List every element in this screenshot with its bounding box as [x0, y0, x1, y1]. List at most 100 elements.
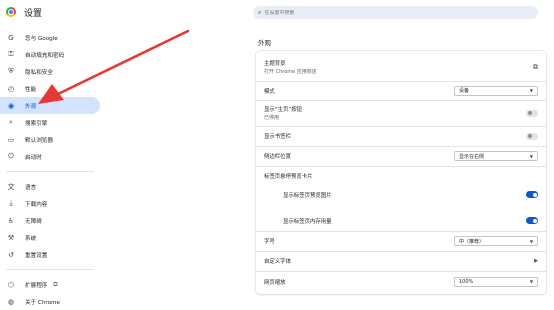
speedometer-icon: ◴ [7, 84, 15, 93]
chevron-down-icon: ▼ [529, 238, 533, 244]
side-panel-select-value: 显示在右侧 [459, 153, 485, 160]
sidebar-item-label: 隐私和安全 [25, 69, 53, 76]
brand: 设置 [6, 4, 42, 20]
reset-icon: ↺ [8, 250, 14, 259]
search-input[interactable] [264, 9, 515, 16]
sidebar-item-extensions[interactable]: ⬡ 扩展程序 ⧉ [0, 276, 100, 293]
sidebar-item-downloads[interactable]: ⤓ 下载内容 [0, 195, 100, 212]
sidebar-item-label: 关于 Chrome [25, 299, 60, 306]
sidebar-divider [6, 269, 94, 270]
sidebar-item-label: 下载内容 [25, 201, 48, 208]
tab-preview-image-label: 显示标签页预览图片 [283, 192, 332, 199]
external-link-icon: ⧉ [53, 280, 58, 288]
sidebar-item-performance[interactable]: ◴ 性能 [0, 80, 100, 97]
bookmarks-bar-toggle[interactable] [526, 132, 538, 140]
sidebar-item-reset[interactable]: ↺ 重置设置 [0, 246, 100, 263]
sidebar-item-privacy[interactable]: ⛨ 隐私和安全 [0, 63, 100, 80]
bookmarks-bar-label: 显示书签栏 [264, 134, 291, 140]
sidebar-item-label: 无障碍 [25, 218, 42, 225]
appearance-card: 主题背景 打开 Chrome 应用商店 ⧉ 模式 设备 ▼ 显示“主页”按钮 已… [256, 51, 546, 294]
sidebar-item-label: 自动填充和密码 [25, 52, 65, 59]
font-size-row: 字号 中（推荐） ▼ [256, 232, 546, 250]
sidebar: 设置 G 您与 Google ⚿ 自动填充和密码 ⛨ 隐私和安全 ◴ 性能 ◉ … [0, 0, 104, 310]
sidebar-item-default-browser[interactable]: ▭ 默认浏览器 [0, 131, 100, 148]
custom-fonts-label: 自定义字体 [264, 259, 291, 265]
tab-memory-toggle[interactable] [526, 217, 538, 224]
sidebar-item-appearance[interactable]: ◉ 外观 [0, 97, 100, 114]
page-zoom-select[interactable]: 100% ▼ [454, 276, 538, 287]
mode-select[interactable]: 设备 ▼ [454, 85, 538, 96]
section-title: 外观 [258, 39, 271, 47]
theme-label: 主题背景 [264, 61, 286, 67]
palette-icon: ◉ [7, 101, 15, 110]
sidebar-divider [6, 171, 94, 172]
theme-row[interactable]: 主题背景 打开 Chrome 应用商店 ⧉ [256, 55, 546, 79]
mode-label: 模式 [264, 88, 275, 95]
font-size-select[interactable]: 中（推荐） ▼ [454, 236, 538, 246]
sidebar-item-accessibility[interactable]: ♿ 无障碍 [0, 212, 100, 229]
sidebar-item-label: 性能 [25, 86, 37, 93]
mode-select-value: 设备 [459, 88, 470, 94]
tab-memory-label: 显示标签页内存用量 [283, 218, 332, 225]
tab-preview-image-toggle[interactable] [526, 191, 538, 198]
open-in-new-icon[interactable]: ⧉ [533, 63, 538, 72]
side-panel-label: 侧边栏位置 [264, 154, 291, 160]
power-icon: ⏻ [8, 152, 14, 160]
home-button-toggle[interactable] [526, 109, 538, 117]
google-icon: G [8, 33, 14, 42]
sidebar-item-search-engine[interactable]: ⌕ 搜索引擎 [0, 114, 100, 131]
sidebar-item-autofill[interactable]: ⚿ 自动填充和密码 [0, 46, 100, 63]
font-size-select-value: 中（推荐） [459, 238, 485, 245]
search-icon: ⌕ [258, 8, 262, 16]
theme-sub: 打开 Chrome 应用商店 [264, 69, 317, 75]
sidebar-item-about-chrome[interactable]: ◍ 关于 Chrome [0, 293, 100, 310]
chevron-down-icon: ▼ [529, 279, 533, 284]
chevron-right-icon: ▶ [534, 258, 538, 264]
chrome-icon: ◍ [7, 297, 15, 306]
accessibility-icon: ♿ [7, 216, 15, 225]
page-zoom-select-value: 100% [459, 278, 474, 285]
sidebar-item-label: 默认浏览器 [25, 137, 53, 144]
language-icon: 文 [7, 182, 15, 191]
chrome-logo-icon [6, 7, 16, 17]
download-icon: ⤓ [9, 199, 13, 207]
home-button-label: 显示“主页”按钮 [264, 107, 302, 113]
sidebar-item-system[interactable]: ⚒ 系统 [0, 229, 100, 246]
sidebar-nav: G 您与 Google ⚿ 自动填充和密码 ⛨ 隐私和安全 ◴ 性能 ◉ 外观 … [0, 29, 100, 310]
sidebar-item-label: 启动时 [25, 154, 42, 161]
page-title: 设置 [24, 8, 43, 19]
tab-hover-heading-row: 标签页悬停预览卡片 [256, 167, 546, 185]
sidebar-item-label: 系统 [25, 235, 37, 242]
font-size-label: 字号 [264, 239, 275, 245]
page-zoom-row: 网页缩放 100% ▼ [256, 272, 546, 291]
sidebar-item-label: 外观 [25, 103, 37, 110]
home-button-sub: 已停用 [264, 115, 280, 121]
chevron-down-icon: ▼ [529, 153, 533, 159]
page-zoom-label: 网页缩放 [264, 279, 286, 286]
home-button-row[interactable]: 显示“主页”按钮 已停用 [256, 101, 546, 125]
bookmarks-bar-row[interactable]: 显示书签栏 [256, 127, 546, 145]
browser-icon: ▭ [7, 135, 15, 144]
sidebar-item-label: 语言 [25, 184, 37, 191]
puzzle-icon: ⬡ [7, 280, 15, 289]
sidebar-item-you-and-google[interactable]: G 您与 Google [0, 29, 100, 46]
custom-fonts-row[interactable]: 自定义字体 ▶ [256, 252, 546, 270]
tab-memory-row[interactable]: 显示标签页内存用量 [256, 212, 546, 229]
sidebar-item-on-startup[interactable]: ⏻ 启动时 [0, 148, 100, 165]
key-icon: ⚿ [8, 50, 14, 58]
sidebar-item-label: 扩展程序 [25, 282, 48, 289]
side-panel-row: 侧边栏位置 显示在右侧 ▼ [256, 147, 546, 165]
search-icon: ⌕ [9, 118, 13, 126]
shield-icon: ⛨ [8, 67, 14, 75]
tab-preview-image-row[interactable]: 显示标签页预览图片 [256, 186, 546, 203]
chevron-down-icon: ▼ [529, 88, 533, 93]
mode-row: 模式 设备 ▼ [256, 82, 546, 99]
wrench-icon: ⚒ [7, 233, 15, 242]
side-panel-select[interactable]: 显示在右侧 ▼ [454, 151, 538, 161]
sidebar-item-languages[interactable]: 文 语言 [0, 178, 100, 195]
sidebar-item-label: 搜索引擎 [25, 120, 48, 127]
sidebar-item-label: 重置设置 [25, 252, 48, 259]
settings-search-bar[interactable]: ⌕ [253, 6, 538, 19]
sidebar-item-label: 您与 Google [25, 35, 58, 42]
tab-hover-heading: 标签页悬停预览卡片 [264, 174, 313, 180]
